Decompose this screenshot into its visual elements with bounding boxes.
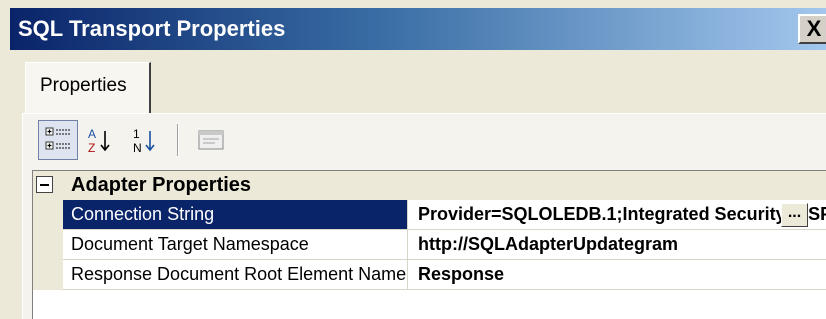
property-name[interactable]: Connection String [63, 200, 408, 230]
property-row-connection-string[interactable]: Connection String Provider=SQLOLEDB.1;In… [33, 200, 826, 230]
property-grid: Adapter Properties Connection String Pro… [32, 170, 826, 319]
row-gutter [33, 260, 63, 290]
categorized-icon [45, 127, 70, 150]
sort-alphabetical-icon: A Z [88, 127, 110, 155]
category-row[interactable]: Adapter Properties [33, 171, 826, 200]
tab-properties[interactable]: Properties [25, 62, 151, 114]
property-value[interactable]: Response [408, 260, 826, 290]
property-value[interactable]: http://SQLAdapterUpdategram [408, 230, 826, 260]
svg-text:1: 1 [133, 127, 140, 141]
svg-text:Z: Z [88, 141, 95, 155]
row-gutter [33, 230, 63, 260]
property-pages-icon [198, 130, 224, 150]
close-icon: X [806, 16, 822, 41]
properties-dialog: SQL Transport Properties X Properties A … [0, 0, 826, 319]
category-label: Adapter Properties [71, 174, 252, 196]
sort-numeric-icon: 1 N [133, 127, 155, 155]
window-title: SQL Transport Properties [18, 16, 286, 41]
toolbar-separator [177, 124, 179, 156]
sort-alphabetical-button[interactable]: A Z [83, 120, 117, 160]
row-gutter [33, 200, 63, 230]
property-name[interactable]: Document Target Namespace [63, 230, 408, 260]
property-row-document-target-namespace[interactable]: Document Target Namespace http://SQLAdap… [33, 230, 826, 260]
ellipsis-button[interactable]: ... [781, 203, 808, 227]
property-pages-button[interactable] [194, 120, 228, 160]
svg-text:A: A [88, 127, 96, 141]
close-button[interactable]: X [798, 14, 826, 44]
property-row-response-document-root[interactable]: Response Document Root Element Name Resp… [33, 260, 826, 290]
sort-numeric-button[interactable]: 1 N [128, 120, 162, 160]
categorized-button[interactable] [38, 120, 78, 160]
property-value[interactable]: Provider=SQLOLEDB.1;Integrated Security=… [408, 200, 826, 230]
property-name[interactable]: Response Document Root Element Name [63, 260, 408, 290]
collapse-icon[interactable] [36, 176, 53, 193]
tab-label: Properties [40, 75, 127, 96]
title-bar[interactable]: SQL Transport Properties X [10, 8, 826, 50]
svg-text:N: N [133, 141, 142, 155]
